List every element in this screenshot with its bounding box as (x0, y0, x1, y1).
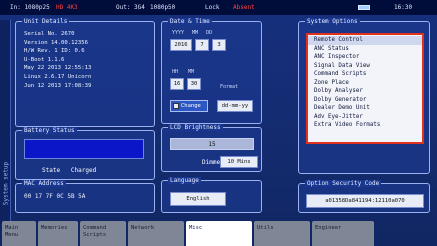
clock: 16:30 (394, 4, 413, 11)
month-field[interactable]: 7 (195, 39, 209, 51)
mac-address-title: MAC Address (22, 180, 66, 187)
battery-level-bar (24, 139, 144, 159)
input-format: In: 1080p25 (10, 4, 50, 11)
tab-command-scripts[interactable]: Command Scripts (80, 221, 126, 246)
change-label: Change (181, 103, 201, 109)
option-item[interactable]: Dolby Analyser (308, 87, 422, 96)
option-item[interactable]: Dealer Demo Unit (308, 104, 422, 113)
side-label-text: System setup (2, 161, 10, 206)
hour-field[interactable]: 16 (170, 78, 184, 90)
day-field[interactable]: 3 (212, 39, 226, 51)
minute-header: MM (188, 69, 195, 75)
checkbox-icon (173, 103, 179, 109)
unit-detail-row: May 22 2013 12:55:13 (24, 65, 92, 72)
unit-details-panel: Unit Details Serial No. 2670 Version 14.… (15, 18, 155, 127)
security-code-panel: Option Security Code a01358Da841194:1211… (298, 180, 430, 213)
change-date-checkbox[interactable]: Change (170, 100, 208, 112)
system-options-title: System Options (305, 18, 360, 25)
security-code-title: Option Security Code (305, 180, 382, 187)
tab-misc[interactable]: Misc (186, 221, 252, 246)
battery-icon (358, 5, 370, 10)
year-field[interactable]: 2016 (170, 39, 192, 51)
mac-address-value: 00 17 7F 0C 5B 5A (24, 193, 86, 200)
output-indicator: Out: 3G4 (116, 4, 145, 11)
tab-engineer[interactable]: Engineer (312, 221, 374, 246)
lcd-brightness-title: LCD Brightness (168, 124, 223, 131)
date-time-panel: Date & Time YYYY MM DD 2016 7 3 HH MM 16… (161, 18, 262, 124)
date-headers: YYYY MM DD (172, 30, 212, 36)
reference-status: Absent (233, 4, 255, 11)
date-format-select[interactable]: dd-mm-yy (217, 100, 253, 112)
minute-field[interactable]: 30 (187, 78, 201, 90)
day-header: DD (206, 30, 213, 36)
option-item[interactable]: ANC Status (308, 45, 422, 54)
unit-detail-row: Version 14.00.12356 (24, 39, 88, 46)
device-screen: In: 1080p25 HD 4K3 Out: 3G4 1080p50 Lock… (0, 0, 437, 246)
tab-main-menu[interactable]: Main Menu (2, 221, 36, 246)
battery-state: State Charged (42, 167, 96, 174)
mac-address-panel: MAC Address 00 17 7F 0C 5B 5A (15, 180, 155, 213)
battery-status-title: Battery Status (22, 127, 77, 134)
dimmer-select[interactable]: 10 Mins (220, 156, 258, 168)
language-title: Language (168, 177, 201, 184)
tab-memories[interactable]: Memories (38, 221, 78, 246)
hd-indicator: HD 4K3 (56, 4, 78, 11)
battery-indicator (358, 5, 394, 10)
unit-detail-row: H/W Rev. 1 ID: 0.6 (24, 48, 85, 55)
unit-detail-row: Serial No. 2670 (24, 31, 75, 37)
date-time-title: Date & Time (168, 18, 212, 25)
unit-detail-row: Linux 2.6.17 Unicorn (24, 73, 92, 80)
bottom-tabs: Main Menu Memories Command Scripts Netwo… (0, 221, 437, 246)
format-label: Format (220, 84, 239, 90)
security-code-field[interactable]: a01358Da841194:12110a070 (306, 194, 424, 208)
option-item[interactable]: Remote Control (308, 36, 422, 45)
system-options-panel: System Options Remote Control ANC Status… (298, 18, 430, 174)
option-item[interactable]: Dolby Generator (308, 96, 422, 105)
option-item[interactable]: Command Scripts (308, 70, 422, 79)
tab-network[interactable]: Network (128, 221, 184, 246)
unit-details-title: Unit Details (22, 18, 70, 25)
lock-status: Lock (205, 4, 220, 11)
unit-detail-row: Jun 12 2013 17:08:39 (24, 82, 92, 89)
unit-details-rows: Serial No. 2670 Version 14.00.12356 H/W … (24, 30, 91, 90)
language-panel: Language English (161, 177, 262, 213)
side-label: System setup (0, 20, 11, 224)
brightness-slider[interactable]: 15 (170, 138, 254, 150)
system-options-list[interactable]: Remote Control ANC Status ANC Inspector … (306, 33, 424, 144)
option-item[interactable]: Extra Video Formats (308, 121, 422, 130)
time-headers: HH MM (172, 69, 194, 75)
language-select[interactable]: English (170, 192, 226, 206)
option-item[interactable]: ANC Inspector (308, 53, 422, 62)
year-header: YYYY (172, 30, 185, 36)
tab-utils[interactable]: Utils (254, 221, 310, 246)
output-format: 1080p50 (150, 4, 176, 11)
unit-detail-row: U-Boot 1.1.6 (24, 56, 65, 63)
battery-state-label: State (42, 167, 61, 174)
battery-state-value: Charged (70, 167, 97, 174)
lcd-brightness-panel: LCD Brightness 15 Dimmer 10 Mins (161, 124, 262, 172)
option-item[interactable]: Adv Eye-Jitter (308, 113, 422, 122)
option-item[interactable]: Signal Data View (308, 62, 422, 71)
status-bar: In: 1080p25 HD 4K3 Out: 3G4 1080p50 Lock… (0, 0, 437, 15)
battery-status-panel: Battery Status State Charged (15, 127, 155, 180)
option-item[interactable]: Zone Place (308, 79, 422, 88)
brightness-value: 15 (208, 140, 216, 148)
month-header: MM (192, 30, 199, 36)
hour-header: HH (172, 69, 179, 75)
